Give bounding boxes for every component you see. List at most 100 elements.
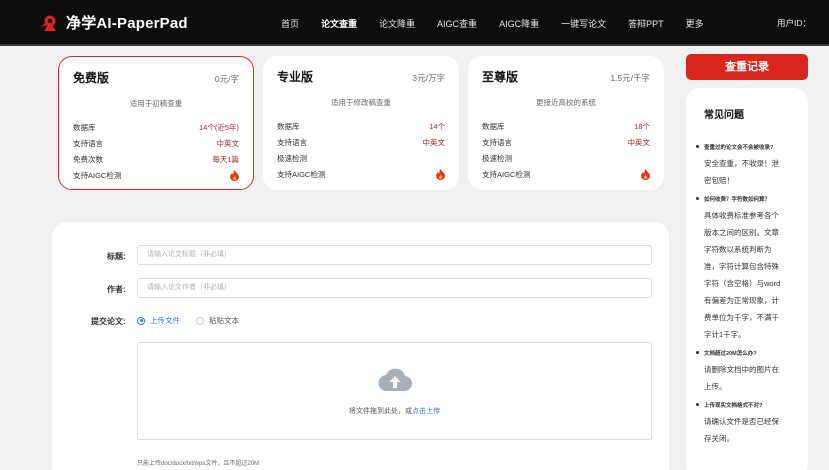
faq-question: 上传现实文档格式不对? [696,401,798,409]
row-label: 数据库 [277,121,300,131]
row-label: 支持语言 [277,137,307,147]
faq-answer-line: 请确认文件是否已经保 [704,417,779,426]
plan-row: 数据库 18个 [482,118,650,134]
row-value: 14个(近5年) [198,122,239,132]
faq-answer-line: 版本之间的区别。文章 [704,228,779,237]
faq-answer-line: 存关闭。 [704,434,734,443]
plan-name: 免费版 [73,71,110,85]
row-label: 极速检测 [482,153,512,163]
radio-paste[interactable] [196,316,204,325]
row-label: 支持语言 [482,137,512,147]
title-input[interactable]: 请输入论文标题（非必填） [137,245,652,265]
row-label: 数据库 [73,122,96,132]
plan-row: 支持语言 中英文 [482,134,650,150]
plan-price: 3元/万字 [412,73,445,83]
plan-row: 支持AIGC检测 [73,167,239,183]
brand-logo[interactable]: 净学AI-PaperPad [40,12,188,33]
plan-row: 数据库 14个 [277,118,445,134]
brand-name: 净学AI-PaperPad [66,15,188,32]
row-value: 中英文 [216,138,240,148]
author-label: 作者: [107,285,126,294]
faq-title: 常见问题 [704,110,744,121]
row-value: 每天1篇 [212,154,239,164]
faq-answer-line: 安全查重，不收录！泄 [704,159,779,168]
nav-item-aigc-rewrite[interactable]: AIGC降重 [488,17,550,30]
author-input[interactable]: 请输入论文作者（非必填） [137,278,652,298]
plan-price: 1.5元/千字 [610,73,650,83]
plan-row: 支持AIGC检测 [482,166,650,182]
faq-answer: 安全查重，不收录！泄 密包赔！ [696,155,798,189]
user-id[interactable]: 用户ID： [777,17,811,29]
fire-icon [230,169,239,181]
faq-answer: 请删除文档中的图片在 上传。 [696,361,798,395]
nav-item-paper-rewrite[interactable]: 论文降重 [368,17,426,30]
faq-answer-line: 字符（含空格）与word [704,279,781,288]
nav-item-aigc-check[interactable]: AIGC查重 [426,17,488,30]
plan-name: 专业版 [277,70,314,84]
plan-price: 0元/字 [214,74,239,84]
faq-answer-line: 请删除文档中的图片在 [704,365,779,374]
cloud-upload-icon [378,367,413,393]
plan-row: 免费次数 每天1篇 [73,151,239,167]
submit-form: 标题: 请输入论文标题（非必填） 作者: 请输入论文作者（非必填） 提交论文: … [52,222,669,470]
row-value: 18个 [634,121,650,131]
plan-row: 支持语言 中英文 [73,135,239,151]
row-value: 中英文 [627,137,651,147]
plan-card-free[interactable]: 免费版 0元/字 适用于初稿查重 数据库 14个(近5年) 支持语言 中英文 免费次… [58,56,254,190]
nav-item-more[interactable]: 更多 [675,17,715,30]
faq-answer-line: 字计1千字。 [704,330,746,339]
plan-name: 至尊版 [482,70,519,84]
file-drop-zone[interactable]: 将文件拖到此处，或点击上传 [137,342,652,440]
plan-row: 支持语言 中英文 [277,134,445,150]
faq-question: 文档超过20M怎么办? [696,349,798,357]
row-label: 极速检测 [277,153,307,163]
faq-answer: 具体收费标准参考各个 版本之间的区别。文章 字符数以系统判断为 准，字符计算包含… [696,207,798,343]
radio-upload[interactable] [137,316,145,325]
submit-paper-label: 提交论文: [91,317,126,326]
drop-instructions: 将文件拖到此处，或点击上传 [138,406,651,416]
faq-answer-line: 密包赔！ [704,176,734,185]
faq-answer-line: 准，字符计算包含特殊 [704,262,779,271]
row-label: 支持语言 [73,138,103,148]
upload-hint: 只能上传doc/docx/txt/wps文件，且不超过20M [137,461,260,467]
plan-description: 更接近高校的系统 [536,98,596,107]
top-navbar: 净学AI-PaperPad 首页 论文查重 论文降重 AIGC查重 AIGC降重… [0,0,829,46]
nav-item-write-paper[interactable]: 一键写论文 [550,17,617,30]
plan-row: 数据库 14个(近5年) [73,119,239,135]
radio-paste-label[interactable]: 粘贴文本 [209,315,239,326]
row-value: 14个 [429,121,445,131]
faq-answer-line: 字符数以系统判断为 [704,245,772,254]
nav-item-home[interactable]: 首页 [270,17,310,30]
plan-card-premium[interactable]: 至尊版 1.5元/千字 更接近高校的系统 数据库 18个 支持语言 中英文 极速检测… [468,56,664,190]
main-nav: 首页 论文查重 论文降重 AIGC查重 AIGC降重 一键写论文 答辩PPT 更… [270,0,715,46]
faq-answer-line: 有偏差为正常现象，计 [704,296,779,305]
plan-description: 适用于修改稿查重 [331,98,391,107]
check-records-button[interactable]: 查重记录 [686,54,808,80]
faq-panel: 常见问题 查重过的论文会不会被收录? 安全查重，不收录！泄 密包赔！ 如何收费？… [686,88,808,470]
brand-mark-icon [40,13,60,33]
plan-card-pro[interactable]: 专业版 3元/万字 适用于修改稿查重 数据库 14个 支持语言 中英文 极速检测 支… [263,56,459,190]
faq-answer-line: 具体收费标准参考各个 [704,211,779,220]
row-label: 支持AIGC检测 [73,170,122,180]
plan-row: 极速检测 [482,150,650,166]
plan-row: 极速检测 [277,150,445,166]
plan-row: 支持AIGC检测 [277,166,445,182]
row-label: 免费次数 [73,154,103,164]
row-value: 中英文 [422,137,446,147]
row-label: 支持AIGC检测 [277,169,326,179]
faq-answer: 请确认文件是否已经保 存关闭。 [696,413,798,447]
fire-icon [436,168,445,180]
click-upload-link[interactable]: 点击上传 [412,408,440,415]
faq-answer-line: 上传。 [704,382,727,391]
plan-description: 适用于初稿查重 [129,99,183,108]
fire-icon [641,168,650,180]
row-label: 支持AIGC检测 [482,169,531,179]
faq-answer-line: 费单位为千字，不满千 [704,313,779,322]
submit-mode-group: 上传文件 粘贴文本 [137,315,239,326]
radio-upload-label[interactable]: 上传文件 [150,315,180,326]
title-label: 标题: [107,252,126,261]
row-label: 数据库 [482,121,505,131]
nav-item-paper-check[interactable]: 论文查重 [310,17,368,30]
drop-text: 将文件拖到此处，或 [349,408,412,415]
nav-item-defense-ppt[interactable]: 答辩PPT [617,17,675,30]
